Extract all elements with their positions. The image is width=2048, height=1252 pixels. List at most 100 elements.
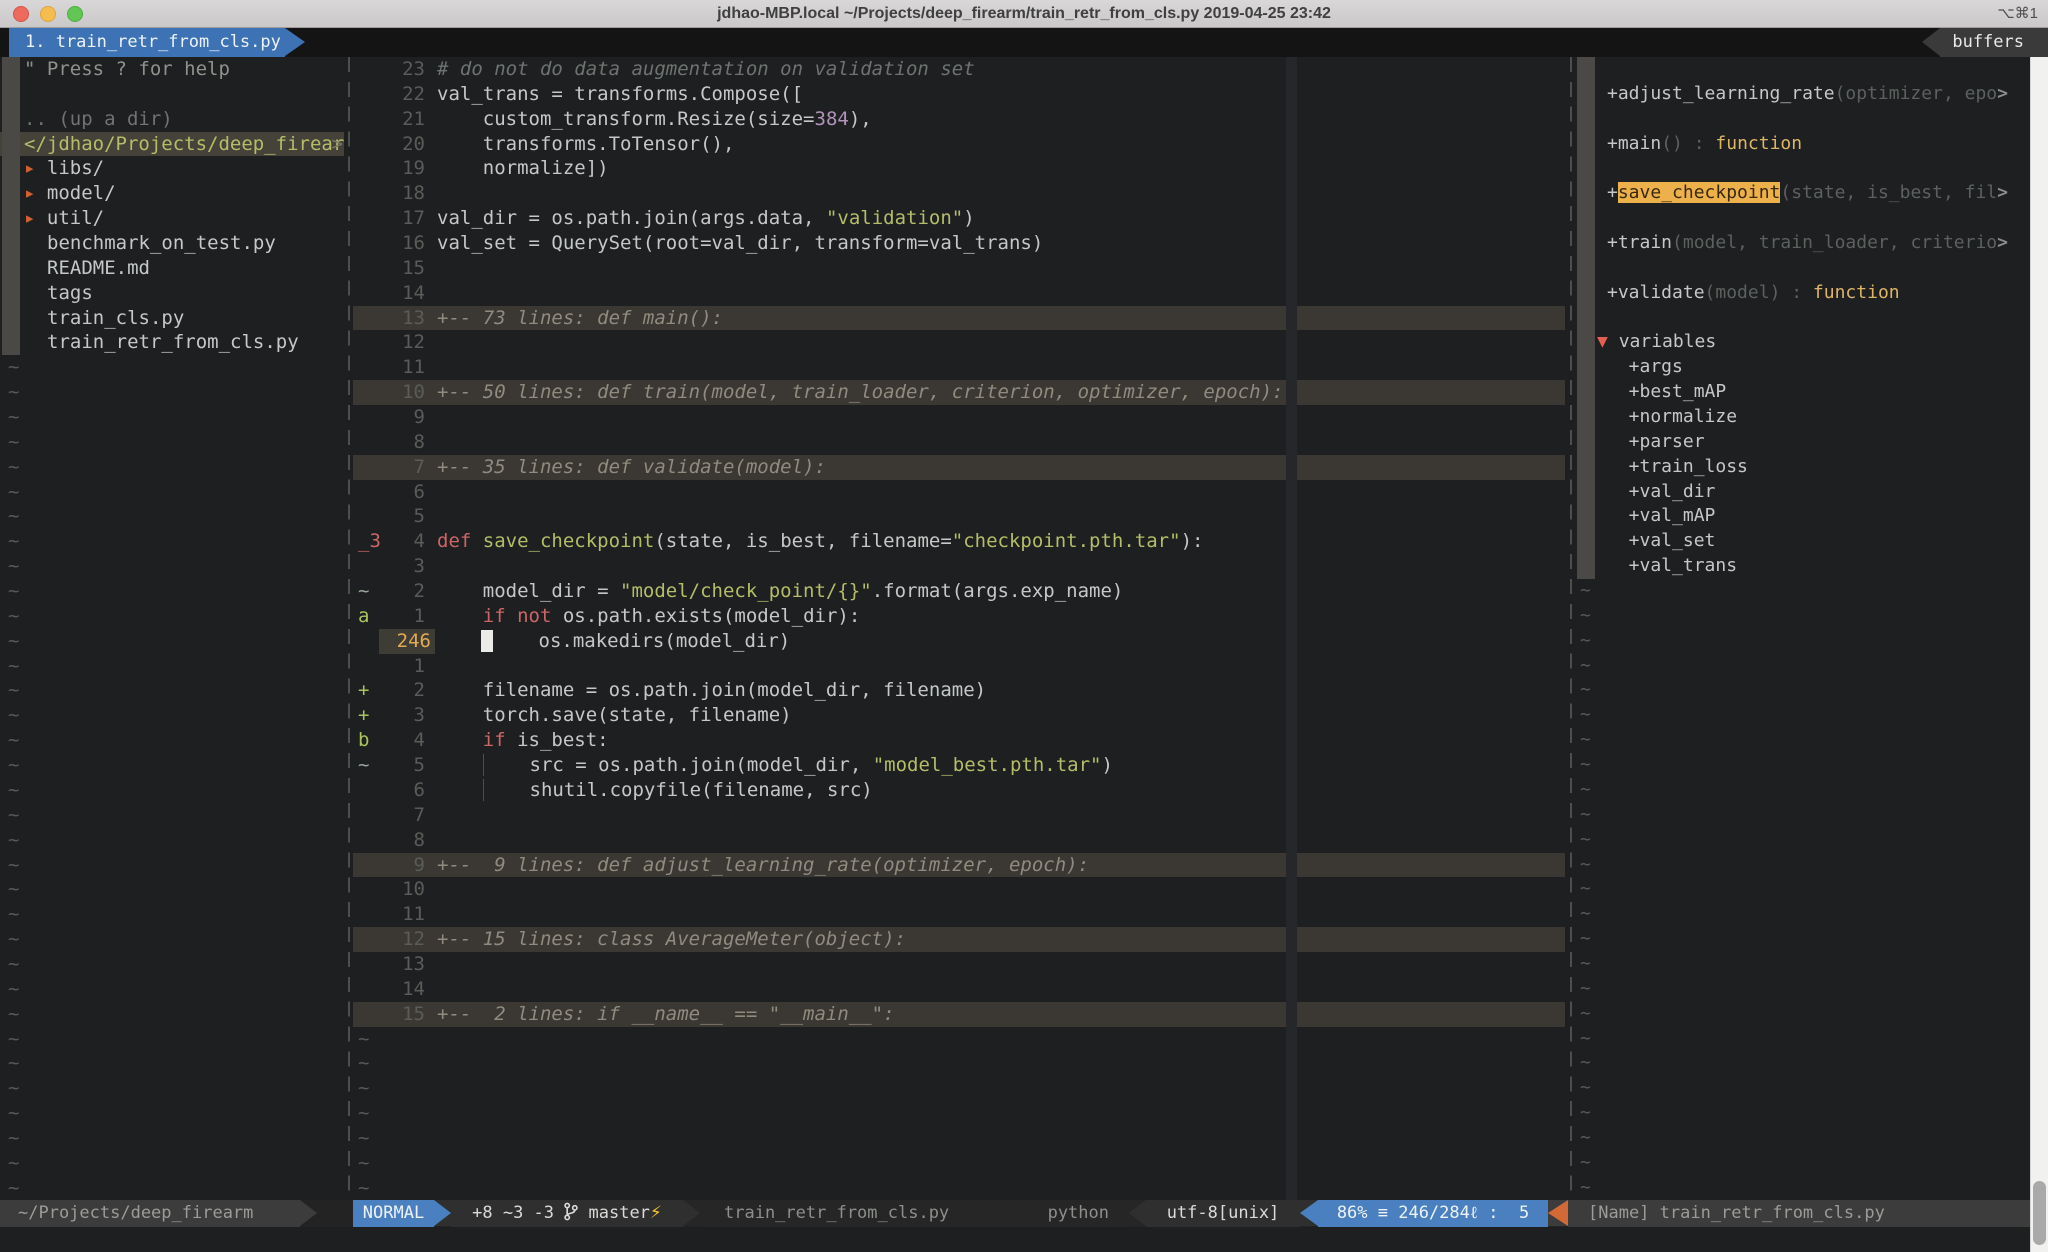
tag-item[interactable]: +validate(model) : function <box>1577 281 2030 306</box>
code-line[interactable]: +3 torch.save(state, filename) <box>353 703 1565 728</box>
window-separator[interactable] <box>1565 57 1577 1200</box>
line-text <box>425 330 1565 355</box>
tree-item-directory[interactable]: ▸ util/ <box>0 206 344 231</box>
fold-line[interactable]: 9+-- 9 lines: def adjust_learning_rate(o… <box>353 853 1565 878</box>
empty-line: ~ <box>0 654 344 679</box>
tag-item[interactable]: +parser <box>1577 430 2030 455</box>
code-line[interactable]: 8 <box>353 828 1565 853</box>
code-line[interactable]: 18 <box>353 181 1565 206</box>
code-window[interactable]: 23# do not do data augmentation on valid… <box>353 57 1565 1200</box>
gutter-sign <box>353 877 379 902</box>
code-line[interactable]: 11 <box>353 355 1565 380</box>
empty-line: ~ <box>0 728 344 753</box>
code-line[interactable]: 17val_dir = os.path.join(args.data, "val… <box>353 206 1565 231</box>
nerdtree-scroll-indicator[interactable] <box>2 57 20 355</box>
code-line[interactable]: 3 <box>353 554 1565 579</box>
code-line[interactable]: b4 if is_best: <box>353 728 1565 753</box>
tree-item-directory[interactable]: ▸ libs/ <box>0 156 344 181</box>
blank-line <box>1577 57 2030 82</box>
line-number: 11 <box>379 902 425 927</box>
empty-line: ~ <box>1577 604 2030 629</box>
code-line[interactable]: ~5 src = os.path.join(model_dir, "model_… <box>353 753 1565 778</box>
tag-item[interactable]: +best_mAP <box>1577 380 2030 405</box>
code-line[interactable]: 14 <box>353 281 1565 306</box>
code-line[interactable]: 11 <box>353 902 1565 927</box>
code-line[interactable]: +2 filename = os.path.join(model_dir, fi… <box>353 678 1565 703</box>
zoom-button[interactable] <box>67 6 83 22</box>
empty-line: ~ <box>1577 977 2030 1002</box>
tag-item[interactable]: +args <box>1577 355 2030 380</box>
fold-line[interactable]: 10+-- 50 lines: def train(model, train_l… <box>353 380 1565 405</box>
tree-item-file[interactable]: train_retr_from_cls.py <box>0 330 344 355</box>
window-separator[interactable] <box>344 57 353 1200</box>
close-button[interactable] <box>13 6 29 22</box>
gutter-sign <box>353 231 379 256</box>
code-line[interactable]: 246 os.makedirs(model_dir) <box>353 629 1565 654</box>
code-line[interactable]: 9 <box>353 405 1565 430</box>
code-line[interactable]: 1 <box>353 654 1565 679</box>
code-line[interactable]: _34def save_checkpoint(state, is_best, f… <box>353 529 1565 554</box>
tree-item-file[interactable]: README.md <box>0 256 344 281</box>
code-line[interactable]: 14 <box>353 977 1565 1002</box>
buffers-label[interactable]: buffers <box>1940 28 2048 57</box>
line-number: 6 <box>379 480 425 505</box>
tag-item[interactable]: +val_mAP <box>1577 504 2030 529</box>
tree-item-file[interactable]: tags <box>0 281 344 306</box>
tag-item[interactable]: +train_loss <box>1577 455 2030 480</box>
empty-line: ~ <box>1577 853 2030 878</box>
code-line[interactable]: 10 <box>353 877 1565 902</box>
tag-item[interactable]: +save_checkpoint(state, is_best, fil> <box>1577 181 2030 206</box>
code-line[interactable]: 8 <box>353 430 1565 455</box>
line-text: val_trans = transforms.Compose([ <box>425 82 1565 107</box>
empty-line: ~ <box>1577 703 2030 728</box>
gutter-sign: ~ <box>353 753 379 778</box>
tag-item[interactable]: +val_trans <box>1577 554 2030 579</box>
gutter-sign <box>353 654 379 679</box>
tag-item[interactable]: +adjust_learning_rate(optimizer, epo> <box>1577 82 2030 107</box>
line-text: os.makedirs(model_dir) <box>435 629 1565 654</box>
right-scrollbar-thumb[interactable] <box>2033 1181 2046 1245</box>
tree-item-directory[interactable]: ▸ model/ <box>0 181 344 206</box>
tag-item[interactable]: +train(model, train_loader, criterio> <box>1577 231 2030 256</box>
fold-line[interactable]: 12+-- 15 lines: class AverageMeter(objec… <box>353 927 1565 952</box>
line-text <box>425 803 1565 828</box>
tag-item[interactable]: +normalize <box>1577 405 2030 430</box>
code-line[interactable]: 15 <box>353 256 1565 281</box>
code-line[interactable]: 12 <box>353 330 1565 355</box>
nerdtree-up-dir[interactable]: .. (up a dir) <box>0 107 344 132</box>
empty-line: ~ <box>0 629 344 654</box>
code-line[interactable]: 6 <box>353 480 1565 505</box>
empty-line: ~ <box>353 1176 1565 1200</box>
tree-item-file[interactable]: train_cls.py <box>0 306 344 331</box>
code-line[interactable]: 23# do not do data augmentation on valid… <box>353 57 1565 82</box>
nerdtree-root-path[interactable]: </jdhao/Projects/deep_firear> <box>0 132 344 157</box>
tag-kind-header[interactable]: ▼ variables <box>1577 330 2030 355</box>
fold-line[interactable]: 7+-- 35 lines: def validate(model): <box>353 455 1565 480</box>
minimize-button[interactable] <box>40 6 56 22</box>
code-line[interactable]: a1 if not os.path.exists(model_dir): <box>353 604 1565 629</box>
gutter-sign: ~ <box>353 579 379 604</box>
line-number: 2 <box>379 678 425 703</box>
tab-active[interactable]: 1. train_retr_from_cls.py <box>9 28 285 57</box>
code-line[interactable]: 5 <box>353 504 1565 529</box>
code-line[interactable]: 19 normalize]) <box>353 156 1565 181</box>
code-line[interactable]: 20 transforms.ToTensor(), <box>353 132 1565 157</box>
code-line[interactable]: 7 <box>353 803 1565 828</box>
code-line[interactable]: 13 <box>353 952 1565 977</box>
tree-item-file[interactable]: benchmark_on_test.py <box>0 231 344 256</box>
code-line[interactable]: 21 custom_transform.Resize(size=384), <box>353 107 1565 132</box>
tag-item[interactable]: +val_dir <box>1577 480 2030 505</box>
tagbar-scroll-indicator[interactable] <box>1577 57 1595 579</box>
command-line[interactable] <box>0 1227 2048 1252</box>
code-line[interactable]: 22val_trans = transforms.Compose([ <box>353 82 1565 107</box>
fold-line[interactable]: 13+-- 73 lines: def main(): <box>353 306 1565 331</box>
code-line[interactable]: 16val_set = QuerySet(root=val_dir, trans… <box>353 231 1565 256</box>
line-text <box>425 281 1565 306</box>
fold-line[interactable]: 15+-- 2 lines: if __name__ == "__main__"… <box>353 1002 1565 1027</box>
tag-item[interactable]: +main() : function <box>1577 132 2030 157</box>
tab-label: 1. train_retr_from_cls.py <box>25 32 281 52</box>
empty-line: ~ <box>353 1126 1565 1151</box>
code-line[interactable]: 6 shutil.copyfile(filename, src) <box>353 778 1565 803</box>
code-line[interactable]: ~2 model_dir = "model/check_point/{}".fo… <box>353 579 1565 604</box>
tag-item[interactable]: +val_set <box>1577 529 2030 554</box>
